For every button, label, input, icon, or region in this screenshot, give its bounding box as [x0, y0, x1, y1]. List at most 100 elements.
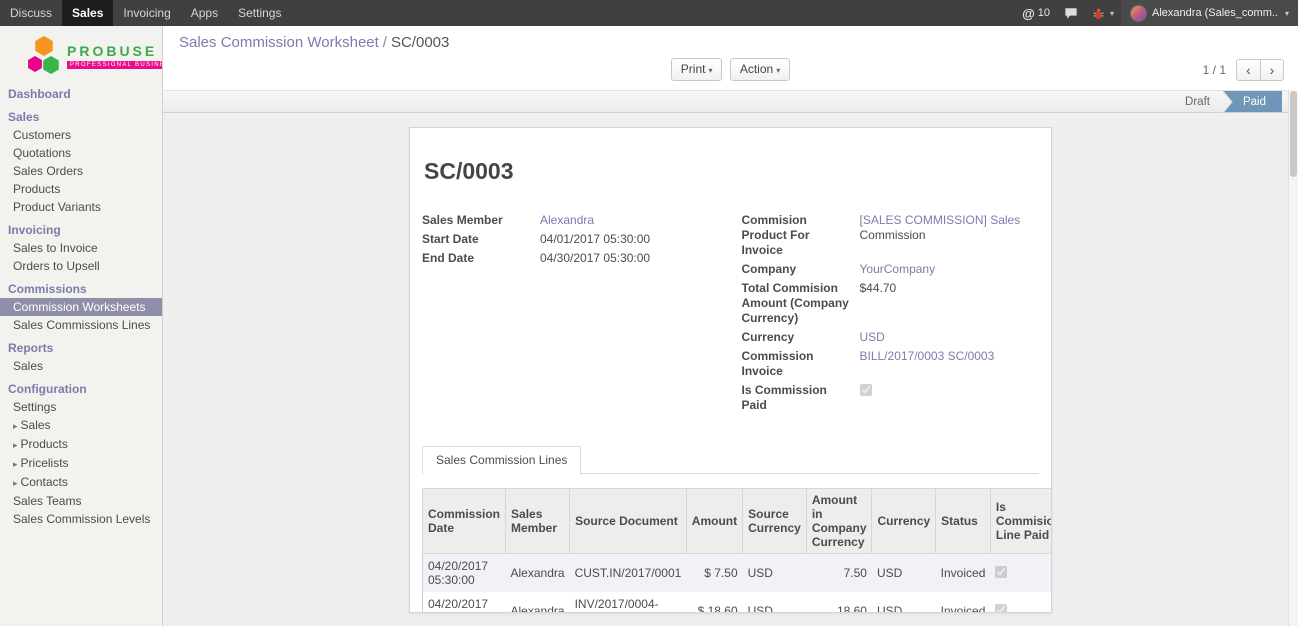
col-header-sales-member[interactable]: Sales Member — [506, 489, 570, 554]
is-commission-paid-checkbox[interactable] — [860, 384, 872, 396]
pager-previous-button[interactable]: ‹ — [1236, 59, 1260, 81]
sidebar-item-sales-commission-levels[interactable]: Sales Commission Levels — [0, 510, 162, 528]
sidebar-heading-reports[interactable]: Reports — [0, 339, 162, 357]
user-menu[interactable]: Alexandra (Sales_comm.. ▾ — [1121, 0, 1298, 26]
col-header-amount[interactable]: Amount — [686, 489, 742, 554]
menu-settings[interactable]: Settings — [228, 0, 291, 26]
avatar — [1130, 5, 1147, 22]
cell-status: Invoiced — [936, 592, 991, 613]
menu-sales[interactable]: Sales — [62, 0, 113, 26]
sidebar-item-config-pricelists[interactable]: ▸Pricelists — [0, 454, 162, 473]
logo-text: PROBUSE — [67, 44, 163, 59]
sidebar-item-sales-commissions-lines[interactable]: Sales Commissions Lines — [0, 316, 162, 334]
probuse-logo: PROBUSE PROFESSIONAL BUSINESS — [0, 26, 162, 85]
sidebar-heading-sales[interactable]: Sales — [0, 108, 162, 126]
form-sheet: SC/0003 Sales Member Alexandra Start Dat… — [409, 127, 1052, 613]
currency-link[interactable]: USD — [860, 330, 885, 344]
sidebar-item-label: Contacts — [21, 475, 68, 489]
menu-invoicing[interactable]: Invoicing — [113, 0, 180, 26]
pager-next-button[interactable]: › — [1260, 59, 1284, 81]
sidebar-item-label: Sales — [21, 418, 51, 432]
messages-menu[interactable]: @ 10 — [1015, 0, 1057, 26]
status-step-draft[interactable]: Draft — [1172, 91, 1223, 112]
col-header-source-document[interactable]: Source Document — [570, 489, 687, 554]
sidebar-item-orders-to-upsell[interactable]: Orders to Upsell — [0, 257, 162, 275]
form-groups: Sales Member Alexandra Start Date 04/01/… — [422, 213, 1039, 417]
menu-discuss[interactable]: Discuss — [0, 0, 62, 26]
debug-menu[interactable]: ▾ — [1085, 0, 1121, 26]
sidebar-heading-invoicing[interactable]: Invoicing — [0, 221, 162, 239]
line-paid-checkbox[interactable] — [995, 566, 1007, 578]
print-button-label: Print — [681, 62, 706, 76]
field-label-is-commission-paid: Is Commission Paid — [742, 383, 860, 413]
col-header-status[interactable]: Status — [936, 489, 991, 554]
col-header-commission-date[interactable]: Commission Date — [423, 489, 506, 554]
sales-member-link[interactable]: Alexandra — [540, 213, 594, 227]
sidebar-heading-configuration[interactable]: Configuration — [0, 380, 162, 398]
cell-source-document: INV/2017/0004-SO008 — [570, 592, 687, 613]
sidebar-item-config-settings[interactable]: Settings — [0, 398, 162, 416]
sidebar-item-commission-worksheets[interactable]: Commission Worksheets — [0, 298, 162, 316]
cell-source-document: CUST.IN/2017/0001 — [570, 554, 687, 593]
content-area: SC/0003 Sales Member Alexandra Start Dat… — [163, 113, 1298, 625]
cell-sales-member: Alexandra — [506, 554, 570, 593]
cell-currency: USD — [872, 592, 936, 613]
field-label-end-date: End Date — [422, 251, 540, 266]
sidebar-item-sales-orders[interactable]: Sales Orders — [0, 162, 162, 180]
commission-invoice-link[interactable]: BILL/2017/0003 SC/0003 — [860, 349, 995, 363]
cell-currency: USD — [872, 554, 936, 593]
field-label-total-commission: Total Commision Amount (Company Currency… — [742, 281, 860, 326]
vertical-scrollbar[interactable] — [1288, 90, 1298, 626]
field-label-commission-invoice: Commission Invoice — [742, 349, 860, 379]
sidebar-item-reports-sales[interactable]: Sales — [0, 357, 162, 375]
scrollbar-thumb[interactable] — [1290, 91, 1297, 177]
col-header-is-commission-line-paid[interactable]: Is Commision Line Paid — [990, 489, 1052, 554]
notebook: Sales Commission Lines Commission Date S… — [422, 445, 1039, 613]
field-label-commission-product: Commision Product For Invoice — [742, 213, 860, 258]
company-link[interactable]: YourCompany — [860, 262, 936, 276]
sidebar-item-config-products[interactable]: ▸Products — [0, 435, 162, 454]
cell-line-paid — [990, 554, 1052, 593]
col-header-source-currency[interactable]: Source Currency — [743, 489, 807, 554]
menu-apps[interactable]: Apps — [181, 0, 228, 26]
table-row[interactable]: 04/20/2017 05:30:00 Alexandra INV/2017/0… — [423, 592, 1053, 613]
chat-menu[interactable] — [1057, 0, 1085, 26]
sidebar-item-config-sales[interactable]: ▸Sales — [0, 416, 162, 435]
sidebar-item-quotations[interactable]: Quotations — [0, 144, 162, 162]
expand-caret-icon: ▸ — [13, 421, 18, 431]
line-paid-checkbox[interactable] — [995, 604, 1007, 613]
end-date-value: 04/30/2017 05:30:00 — [540, 251, 720, 266]
sidebar-item-config-contacts[interactable]: ▸Contacts — [0, 473, 162, 492]
sidebar-item-products[interactable]: Products — [0, 180, 162, 198]
sidebar-item-product-variants[interactable]: Product Variants — [0, 198, 162, 216]
commission-product-text: Commission — [860, 228, 926, 242]
chevron-down-icon: ▾ — [1110, 9, 1114, 18]
cell-amount: $ 18.60 — [686, 592, 742, 613]
breadcrumb-parent-link[interactable]: Sales Commission Worksheet — [179, 34, 379, 51]
statusbar: Draft Paid — [163, 90, 1298, 113]
commission-product-link[interactable]: [SALES COMMISSION] Sales — [860, 213, 1021, 227]
form-group-right: Commision Product For Invoice [SALES COM… — [742, 213, 1040, 417]
sidebar-heading-dashboard[interactable]: Dashboard — [0, 85, 162, 103]
tab-sales-commission-lines[interactable]: Sales Commission Lines — [422, 446, 581, 475]
sidebar-item-customers[interactable]: Customers — [0, 126, 162, 144]
col-header-amount-company-currency[interactable]: Amount in Company Currency — [806, 489, 872, 554]
sidebar-heading-commissions[interactable]: Commissions — [0, 280, 162, 298]
cell-sales-member: Alexandra — [506, 592, 570, 613]
total-commission-value: $44.70 — [860, 281, 1040, 326]
sidebar-item-sales-teams[interactable]: Sales Teams — [0, 492, 162, 510]
sidebar-item-sales-to-invoice[interactable]: Sales to Invoice — [0, 239, 162, 257]
action-button[interactable]: Action▾ — [730, 58, 790, 81]
action-buttons: Print▾ Action▾ — [163, 58, 1298, 82]
app-menu: Discuss Sales Invoicing Apps Settings — [0, 0, 291, 26]
cell-commission-date: 04/20/2017 05:30:00 — [423, 554, 506, 593]
field-label-start-date: Start Date — [422, 232, 540, 247]
sidebar-item-label: Products — [21, 437, 68, 451]
print-button[interactable]: Print▾ — [671, 58, 723, 81]
messages-count: 10 — [1038, 7, 1050, 19]
table-row[interactable]: 04/20/2017 05:30:00 Alexandra CUST.IN/20… — [423, 554, 1053, 593]
expand-caret-icon: ▸ — [13, 478, 18, 488]
table-header-row: Commission Date Sales Member Source Docu… — [423, 489, 1053, 554]
tab-bar: Sales Commission Lines — [422, 445, 1039, 474]
col-header-currency[interactable]: Currency — [872, 489, 936, 554]
